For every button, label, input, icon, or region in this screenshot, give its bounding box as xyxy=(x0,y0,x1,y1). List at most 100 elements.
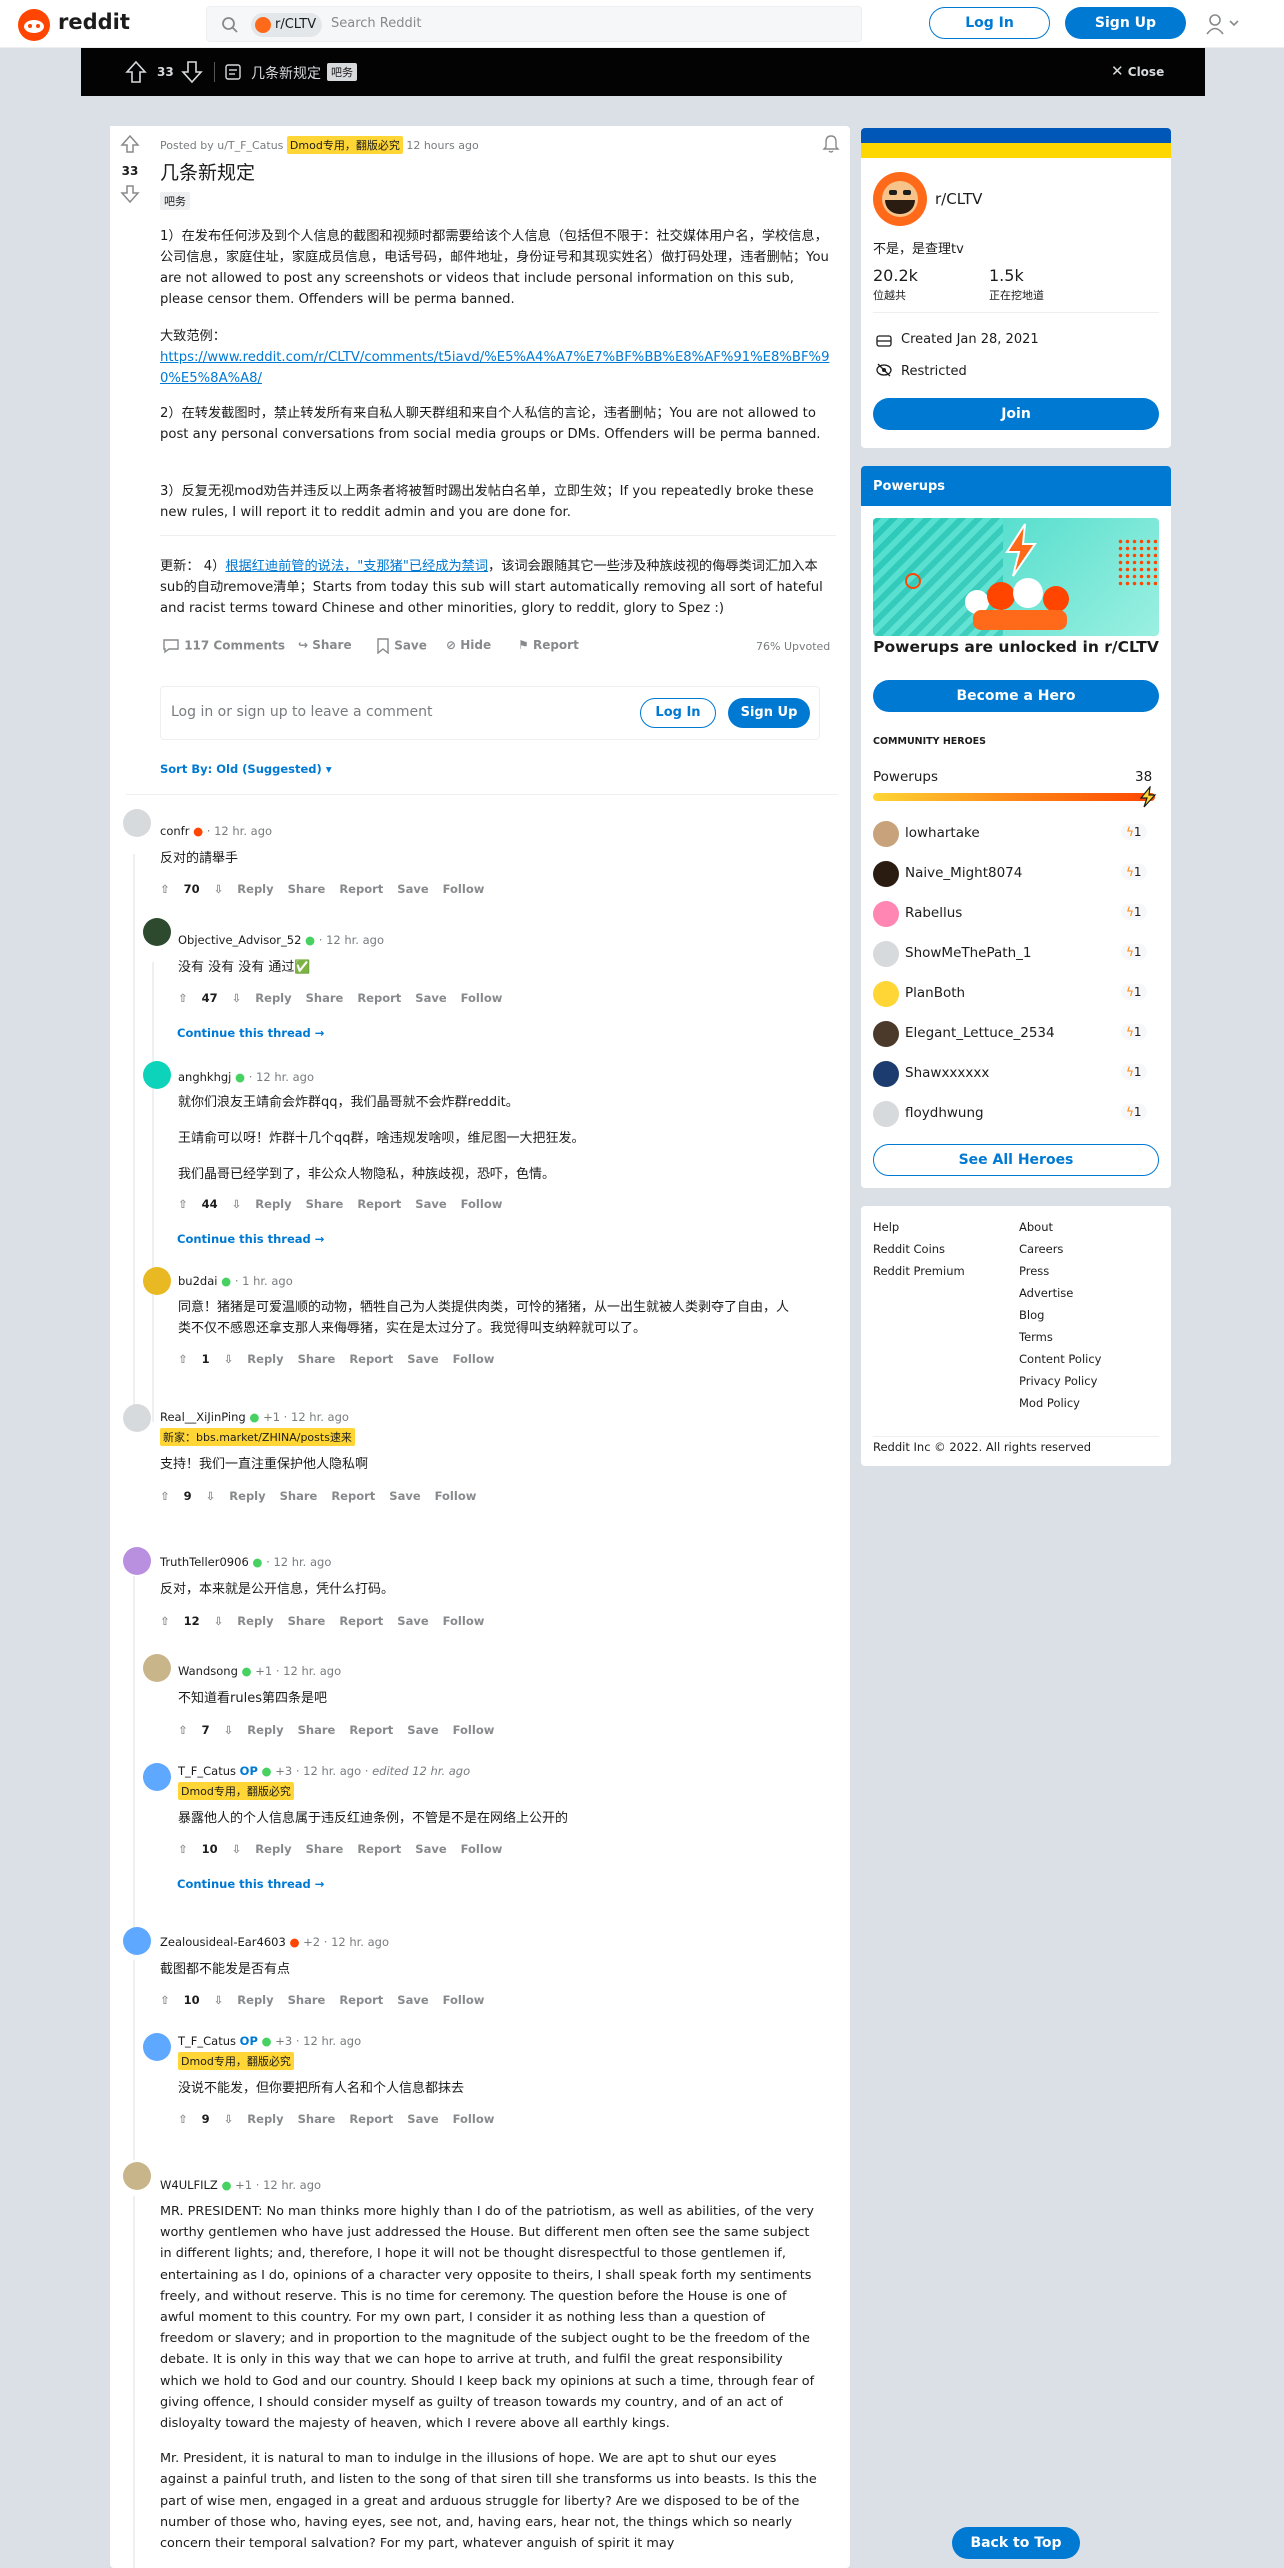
footer-link[interactable]: Terms xyxy=(1019,1330,1053,1344)
downvote-icon[interactable]: ⇩ xyxy=(206,1489,216,1503)
reply-button[interactable]: Reply xyxy=(237,882,273,896)
upvote-icon[interactable]: ⇧ xyxy=(160,1489,170,1503)
footer-link[interactable]: Blog xyxy=(1019,1308,1044,1322)
follow-button[interactable]: Follow xyxy=(453,1723,495,1737)
avatar[interactable] xyxy=(123,1404,151,1432)
sort-dropdown[interactable]: Sort By: Old (Suggested) ▾ xyxy=(160,762,332,776)
downvote-icon[interactable]: ⇩ xyxy=(214,1614,224,1628)
share-button[interactable]: Share xyxy=(288,1614,326,1628)
comment-time[interactable]: 12 hr. ago xyxy=(283,1664,341,1678)
report-button[interactable]: Report xyxy=(357,1842,401,1856)
downvote-icon[interactable]: ⇩ xyxy=(232,1842,242,1856)
save-button[interactable]: Save xyxy=(407,1352,438,1366)
avatar[interactable] xyxy=(123,1927,151,1955)
upvote-icon[interactable]: ⇧ xyxy=(160,1993,170,2007)
comments-button[interactable]: 117 Comments xyxy=(162,638,285,654)
upvote-icon[interactable]: ⇧ xyxy=(178,991,188,1005)
upvote-icon[interactable]: ⇧ xyxy=(178,1842,188,1856)
follow-button[interactable]: Follow xyxy=(443,1614,485,1628)
reply-button[interactable]: Reply xyxy=(247,2112,283,2126)
reddit-wordmark[interactable]: reddit xyxy=(58,10,130,34)
upvote-icon[interactable]: ⇧ xyxy=(160,882,170,896)
report-button[interactable]: Report xyxy=(339,882,383,896)
thread-line[interactable] xyxy=(133,2196,135,2568)
comment-time[interactable]: 12 hr. ago xyxy=(256,1070,314,1084)
footer-link[interactable]: Reddit Coins xyxy=(873,1242,945,1256)
hero-row[interactable]: Naive_Might8074 ϟ1 xyxy=(873,858,1159,890)
upvote-icon[interactable]: ⇧ xyxy=(178,1723,188,1737)
avatar[interactable] xyxy=(143,1654,171,1682)
save-button[interactable]: Save xyxy=(407,2112,438,2126)
join-button[interactable]: Join xyxy=(873,398,1159,430)
example-link[interactable]: https://www.reddit.com/r/CLTV/comments/t… xyxy=(160,347,836,389)
footer-link[interactable]: About xyxy=(1019,1220,1053,1234)
comment-time[interactable]: 12 hr. ago xyxy=(326,933,384,947)
share-button[interactable]: Share xyxy=(306,1197,344,1211)
upvote-icon[interactable] xyxy=(125,60,147,84)
upvote-icon[interactable]: ⇧ xyxy=(160,1614,170,1628)
share-button[interactable]: Share xyxy=(288,1993,326,2007)
avatar[interactable] xyxy=(123,2162,151,2190)
footer-link[interactable]: Content Policy xyxy=(1019,1352,1101,1366)
comment-author[interactable]: Real__XiJinPing xyxy=(160,1410,246,1424)
reply-button[interactable]: Reply xyxy=(229,1489,265,1503)
continue-thread-link[interactable]: Continue this thread → xyxy=(177,1232,324,1246)
report-button[interactable]: Report xyxy=(357,1197,401,1211)
follow-button[interactable]: Follow xyxy=(461,1842,503,1856)
share-button[interactable]: Share xyxy=(306,1842,344,1856)
upvote-icon[interactable]: ⇧ xyxy=(178,2112,188,2126)
hero-row[interactable]: lowhartake ϟ1 xyxy=(873,818,1159,850)
follow-button[interactable]: Follow xyxy=(435,1489,477,1503)
comment-time[interactable]: 1 hr. ago xyxy=(242,1274,293,1288)
search-bar[interactable]: r/CLTV Search Reddit xyxy=(206,6,862,42)
hero-row[interactable]: Elegant_Lettuce_2534 ϟ1 xyxy=(873,1018,1159,1050)
comment-time[interactable]: 12 hr. ago xyxy=(214,824,272,838)
follow-button[interactable]: Follow xyxy=(443,1993,485,2007)
report-button[interactable]: ⚑ Report xyxy=(518,638,579,652)
hero-row[interactable]: ShowMeThePath_1 ϟ1 xyxy=(873,938,1159,970)
save-button[interactable]: Save xyxy=(397,1993,428,2007)
share-button[interactable]: Share xyxy=(306,991,344,1005)
footer-link[interactable]: Mod Policy xyxy=(1019,1396,1080,1410)
hero-row[interactable]: floydhwung ϟ1 xyxy=(873,1098,1159,1130)
report-button[interactable]: Report xyxy=(349,1352,393,1366)
save-button[interactable]: Save xyxy=(389,1489,420,1503)
comment-author[interactable]: anghkhgj xyxy=(178,1070,231,1084)
avatar[interactable] xyxy=(143,1763,171,1791)
follow-button[interactable]: Follow xyxy=(453,1352,495,1366)
comment-time[interactable]: 12 hr. ago xyxy=(263,2178,321,2192)
save-button[interactable]: Save xyxy=(415,1197,446,1211)
comment-author[interactable]: T_F_Catus xyxy=(178,2034,236,2048)
post-time[interactable]: 12 hours ago xyxy=(406,139,478,152)
upvote-icon[interactable]: ⇧ xyxy=(178,1352,188,1366)
avatar[interactable] xyxy=(123,809,151,837)
see-all-heroes-button[interactable]: See All Heroes xyxy=(873,1144,1159,1176)
upvote-icon[interactable] xyxy=(120,134,140,154)
thread-line[interactable] xyxy=(133,1576,135,1956)
comment-time[interactable]: 12 hr. ago xyxy=(291,1410,349,1424)
comment-author[interactable]: Wandsong xyxy=(178,1664,238,1678)
close-button[interactable]: ✕ Close xyxy=(1111,62,1164,80)
save-button[interactable]: Save xyxy=(376,638,427,654)
reply-button[interactable]: Reply xyxy=(237,1614,273,1628)
community-avatar[interactable] xyxy=(873,172,927,226)
reply-button[interactable]: Reply xyxy=(247,1723,283,1737)
avatar[interactable] xyxy=(143,918,171,946)
reddit-logo-icon[interactable] xyxy=(18,9,50,41)
continue-thread-link[interactable]: Continue this thread → xyxy=(177,1877,324,1891)
bell-icon[interactable] xyxy=(822,134,840,154)
report-button[interactable]: Report xyxy=(339,1614,383,1628)
footer-link[interactable]: Careers xyxy=(1019,1242,1063,1256)
comment-author[interactable]: bu2dai xyxy=(178,1274,217,1288)
login-button[interactable]: Log In xyxy=(929,7,1050,39)
thread-line[interactable] xyxy=(152,962,154,1422)
avatar[interactable] xyxy=(143,1061,171,1089)
follow-button[interactable]: Follow xyxy=(461,991,503,1005)
downvote-icon[interactable]: ⇩ xyxy=(232,1197,242,1211)
reply-button[interactable]: Reply xyxy=(237,1993,273,2007)
comment-time[interactable]: 12 hr. ago xyxy=(331,1935,389,1949)
hero-row[interactable]: PlanBoth ϟ1 xyxy=(873,978,1159,1010)
hero-row[interactable]: Rabellus ϟ1 xyxy=(873,898,1159,930)
report-button[interactable]: Report xyxy=(349,1723,393,1737)
avatar[interactable] xyxy=(143,2033,171,2061)
